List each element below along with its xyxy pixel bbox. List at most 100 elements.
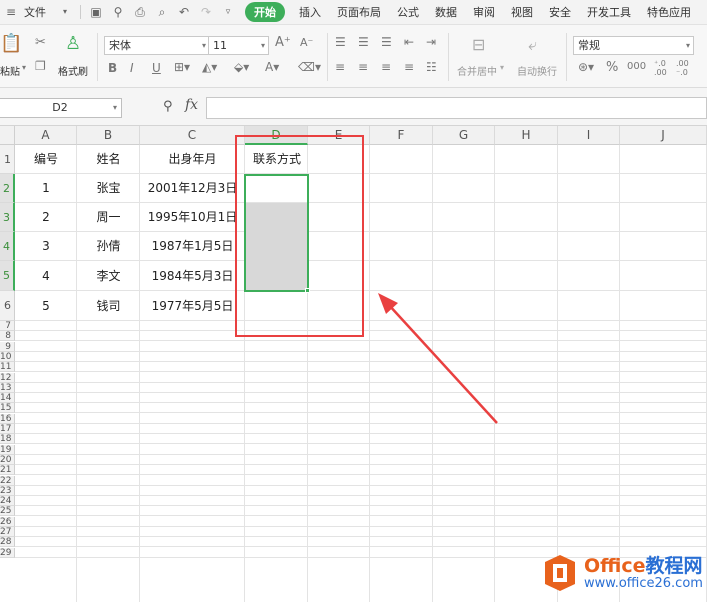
row-header-13[interactable]: 13 xyxy=(0,383,15,393)
fill-color-icon[interactable]: ◭▾ xyxy=(202,60,217,74)
align-left-icon[interactable]: ≡ xyxy=(335,60,345,74)
cell-id[interactable]: 1 xyxy=(15,174,77,203)
bold-icon[interactable]: B xyxy=(108,61,117,75)
tab-insert[interactable]: 插入 xyxy=(291,4,329,20)
wrap-text-icon[interactable]: ⤶ xyxy=(528,35,537,55)
redo-icon[interactable]: ↷ xyxy=(198,4,214,20)
tab-home[interactable]: 开始 xyxy=(245,2,285,22)
paste-dropdown-icon[interactable]: ▾ xyxy=(22,63,26,72)
cell-id[interactable]: 4 xyxy=(15,261,77,291)
tab-page-layout[interactable]: 页面布局 xyxy=(329,4,389,20)
tab-security[interactable]: 安全 xyxy=(541,4,579,20)
row-header-17[interactable]: 17 xyxy=(0,424,15,434)
cell-id[interactable]: 5 xyxy=(15,291,77,321)
row-header-11[interactable]: 11 xyxy=(0,362,15,372)
row-header-3[interactable]: 3 xyxy=(0,203,15,232)
name-box[interactable]: D2 ▾ xyxy=(0,98,122,118)
cell-name[interactable]: 张宝 xyxy=(77,174,140,203)
format-painter-icon[interactable]: ♙ xyxy=(65,33,81,54)
cell-birthdate[interactable]: 1977年5月5日 xyxy=(140,291,245,321)
cell-birthdate[interactable]: 1984年5月3日 xyxy=(140,261,245,291)
align-middle-icon[interactable]: ☰ xyxy=(358,35,369,49)
cell-name[interactable]: 李文 xyxy=(77,261,140,291)
tab-special[interactable]: 特色应用 xyxy=(639,4,699,20)
thousands-icon[interactable]: 000 xyxy=(627,61,646,72)
font-name-select[interactable]: 宋体 ▾ xyxy=(104,36,210,55)
column-header-i[interactable]: I xyxy=(558,126,620,145)
distributed-icon[interactable]: ☷ xyxy=(426,60,437,74)
tab-formulas[interactable]: 公式 xyxy=(389,4,427,20)
row-header-5[interactable]: 5 xyxy=(0,261,15,291)
paste-label[interactable]: 粘贴 xyxy=(0,63,20,78)
row-header-21[interactable]: 21 xyxy=(0,465,15,475)
tab-data[interactable]: 数据 xyxy=(427,4,465,20)
header-cell[interactable]: 姓名 xyxy=(77,145,140,174)
increase-font-icon[interactable]: A⁺ xyxy=(275,35,291,50)
row-header-23[interactable]: 23 xyxy=(0,486,15,496)
cut-icon[interactable]: ✂ xyxy=(35,35,46,50)
increase-decimal-icon[interactable]: ⁺.0.00 xyxy=(654,59,667,77)
cell-id[interactable]: 2 xyxy=(15,203,77,232)
format-painter-quick-icon[interactable]: ⚲ xyxy=(110,4,126,20)
align-bottom-icon[interactable]: ☰ xyxy=(381,35,392,49)
decrease-decimal-icon[interactable]: .00 ⁻.0 xyxy=(676,59,689,77)
indent-increase-icon[interactable]: ⇥ xyxy=(426,35,436,49)
zoom-icon[interactable]: ⚲ xyxy=(163,99,173,114)
wrap-text-label[interactable]: 自动换行 xyxy=(517,63,557,78)
print-icon[interactable]: ⎙ xyxy=(132,4,148,20)
number-format-select[interactable]: 常规 ▾ xyxy=(573,36,694,55)
row-header-29[interactable]: 29 xyxy=(0,548,15,558)
merge-center-label[interactable]: 合并居中 xyxy=(457,63,497,78)
row-header-1[interactable]: 1 xyxy=(0,145,15,174)
row-header-15[interactable]: 15 xyxy=(0,403,15,413)
italic-icon[interactable]: I xyxy=(130,61,134,75)
column-header-h[interactable]: H xyxy=(495,126,558,145)
select-all-corner[interactable] xyxy=(0,126,15,145)
column-header-g[interactable]: G xyxy=(433,126,495,145)
row-header-8[interactable]: 8 xyxy=(0,331,15,341)
copy-icon[interactable]: ❐ xyxy=(35,59,46,73)
row-header-9[interactable]: 9 xyxy=(0,342,15,352)
indent-decrease-icon[interactable]: ⇤ xyxy=(404,35,414,49)
header-cell[interactable]: 编号 xyxy=(15,145,77,174)
row-header-6[interactable]: 6 xyxy=(0,291,15,321)
row-header-22[interactable]: 22 xyxy=(0,476,15,486)
row-header-19[interactable]: 19 xyxy=(0,445,15,455)
align-top-icon[interactable]: ☰ xyxy=(335,35,346,49)
column-header-a[interactable]: A xyxy=(15,126,77,145)
cell-id[interactable]: 3 xyxy=(15,232,77,261)
column-header-f[interactable]: F xyxy=(370,126,433,145)
row-header-10[interactable]: 10 xyxy=(0,352,15,362)
file-dropdown-icon[interactable]: ▾ xyxy=(57,4,73,20)
format-painter-label[interactable]: 格式刷 xyxy=(58,63,88,78)
formula-input[interactable] xyxy=(206,97,707,119)
currency-icon[interactable]: ⊛▾ xyxy=(578,60,594,74)
decrease-font-icon[interactable]: A⁻ xyxy=(300,36,313,49)
tab-review[interactable]: 审阅 xyxy=(465,4,503,20)
column-header-c[interactable]: C xyxy=(140,126,245,145)
insert-function-icon[interactable]: fx xyxy=(185,97,198,113)
column-header-b[interactable]: B xyxy=(77,126,140,145)
merge-dropdown-icon[interactable]: ▾ xyxy=(500,63,504,72)
header-cell[interactable]: 出身年月 xyxy=(140,145,245,174)
cell-birthdate[interactable]: 1987年1月5日 xyxy=(140,232,245,261)
row-header-25[interactable]: 25 xyxy=(0,506,15,516)
cell-birthdate[interactable]: 1995年10月1日 xyxy=(140,203,245,232)
paste-icon[interactable]: 📋 xyxy=(0,33,22,54)
cell-name[interactable]: 钱司 xyxy=(77,291,140,321)
row-header-2[interactable]: 2 xyxy=(0,174,15,203)
undo-icon[interactable]: ↶ xyxy=(176,4,192,20)
row-header-4[interactable]: 4 xyxy=(0,232,15,261)
font-color-icon[interactable]: A▾ xyxy=(265,60,279,74)
menu-hamburger-icon[interactable]: ≡ xyxy=(3,4,19,20)
row-header-16[interactable]: 16 xyxy=(0,414,15,424)
row-header-28[interactable]: 28 xyxy=(0,537,15,547)
customize-quick-access-icon[interactable]: ▿ xyxy=(220,4,236,20)
underline-icon[interactable]: U xyxy=(152,61,161,75)
cell-name[interactable]: 周一 xyxy=(77,203,140,232)
save-icon[interactable]: ▣ xyxy=(88,4,104,20)
row-header-24[interactable]: 24 xyxy=(0,496,15,506)
borders-icon[interactable]: ⊞▾ xyxy=(174,60,190,74)
tab-view[interactable]: 视图 xyxy=(503,4,541,20)
column-header-j[interactable]: J xyxy=(620,126,707,145)
